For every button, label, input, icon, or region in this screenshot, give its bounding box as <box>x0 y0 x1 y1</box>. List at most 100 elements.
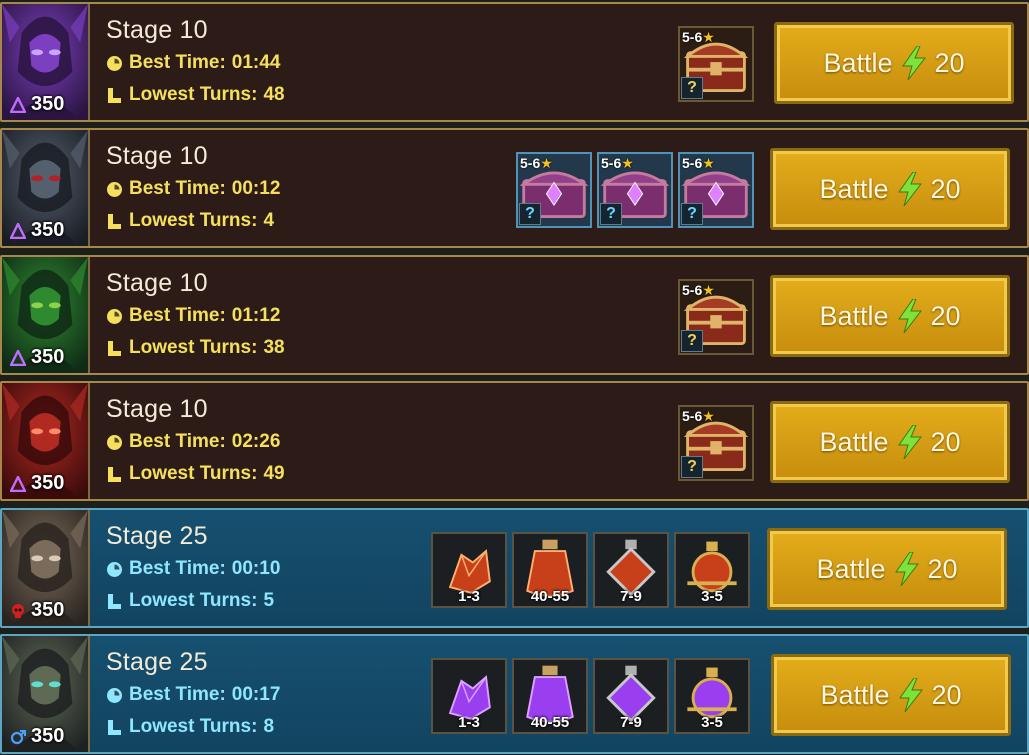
reward-slot[interactable]: 5-6★? <box>678 152 754 228</box>
clock-icon <box>106 308 123 325</box>
best-time-value: 00:10 <box>231 558 281 579</box>
stage-info: Stage 10 Best Time: 02:26 Lowest Turns: 49 <box>106 395 285 489</box>
reward-list: 1-3 40-55 7-9 3-5 <box>431 532 750 608</box>
stage-info: Stage 10 Best Time: 01:44 Lowest Turns: 48 <box>106 16 285 110</box>
stage-row[interactable]: 350 Stage 10 Best Time: 01:12 Lowest Turns: 3… <box>0 255 1029 375</box>
boss-portrait: 350 <box>2 4 90 120</box>
boss-portrait: 350 <box>2 383 90 499</box>
best-time: Best Time: 02:26 <box>106 427 285 457</box>
stage-row[interactable]: 350 Stage 10 Best Time: 00:12 Lowest Turns: 4… <box>0 128 1029 248</box>
boss-level: 350 <box>31 599 65 621</box>
void-affinity-icon <box>10 729 26 745</box>
best-time-value: 01:12 <box>231 305 281 326</box>
reward-slot[interactable]: 40-55 <box>512 532 588 608</box>
reward-slot[interactable]: 5-6★? <box>516 152 592 228</box>
boss-level-badge: 350 <box>10 472 64 495</box>
reward-list: 5-6★? 5-6★? 5-6★? <box>516 152 754 228</box>
best-time: Best Time: 00:17 <box>106 680 280 710</box>
energy-cost: 20 <box>930 300 961 331</box>
best-time-label: Best Time: <box>129 52 226 73</box>
reward-slot[interactable]: 1-3 <box>431 658 507 734</box>
unknown-reward-icon: ? <box>681 203 703 225</box>
battle-button[interactable]: Battle 20 <box>774 22 1014 104</box>
lowest-turns-value: 4 <box>263 210 275 231</box>
best-time-label: Best Time: <box>129 431 226 452</box>
best-time: Best Time: 00:10 <box>106 554 280 584</box>
reward-slot[interactable]: 7-9 <box>593 532 669 608</box>
lowest-turns-label: Lowest Turns: <box>129 716 258 737</box>
energy-bolt-icon <box>897 424 923 460</box>
reward-rank: 5-6★ <box>682 408 715 425</box>
lowest-turns-value: 48 <box>263 84 285 105</box>
reward-rank-text: 5-6 <box>682 408 703 424</box>
boot-icon <box>106 340 123 357</box>
energy-bolt-icon <box>901 45 927 81</box>
battle-label: Battle <box>816 553 886 584</box>
reward-slot[interactable]: 1-3 <box>431 532 507 608</box>
reward-slot[interactable]: 7-9 <box>593 658 669 734</box>
lowest-turns: Lowest Turns: 49 <box>106 459 285 489</box>
magic-affinity-icon <box>10 96 26 113</box>
best-time-label: Best Time: <box>129 684 226 705</box>
stage-name: Stage 10 <box>106 395 208 423</box>
battle-label: Battle <box>823 47 893 78</box>
reward-slot[interactable]: 5-6★? <box>678 26 754 102</box>
battle-label: Battle <box>820 679 890 710</box>
reward-rank: 5-6★ <box>682 282 715 299</box>
best-time-label: Best Time: <box>129 305 226 326</box>
clock-icon <box>106 561 123 578</box>
energy-cost: 20 <box>930 173 961 204</box>
reward-slot[interactable]: 40-55 <box>512 658 588 734</box>
reward-rank-text: 5-6 <box>682 155 703 171</box>
boss-level-badge: 350 <box>10 219 64 242</box>
clock-icon <box>106 55 123 72</box>
energy-cost: 20 <box>927 553 958 584</box>
battle-button[interactable]: Battle 20 <box>770 275 1010 357</box>
battle-button[interactable]: Battle 20 <box>770 148 1010 230</box>
reward-quantity: 1-3 <box>458 588 480 605</box>
stage-row[interactable]: 350 Stage 10 Best Time: 02:26 Lowest Turns: 4… <box>0 381 1029 501</box>
boss-level: 350 <box>31 346 65 368</box>
reward-slot[interactable]: 3-5 <box>674 532 750 608</box>
stage-name: Stage 10 <box>106 142 208 170</box>
reward-slot[interactable]: 5-6★? <box>678 279 754 355</box>
lowest-turns: Lowest Turns: 8 <box>106 712 280 742</box>
force-affinity-icon <box>10 603 26 619</box>
reward-quantity: 7-9 <box>620 714 642 731</box>
boot-icon <box>106 593 123 610</box>
stage-row[interactable]: 350 Stage 25 Best Time: 00:10 Lowest Turns: 5… <box>0 508 1029 628</box>
boss-portrait: 350 <box>2 510 90 626</box>
star-icon: ★ <box>702 282 715 298</box>
boot-icon <box>106 213 123 230</box>
battle-button[interactable]: Battle 20 <box>771 654 1011 736</box>
best-time-value: 01:44 <box>231 52 281 73</box>
reward-slot[interactable]: 5-6★? <box>678 405 754 481</box>
reward-list: 1-3 40-55 7-9 3-5 <box>431 658 750 734</box>
unknown-reward-icon: ? <box>519 203 541 225</box>
best-time: Best Time: 01:44 <box>106 48 285 78</box>
reward-slot[interactable]: 5-6★? <box>597 152 673 228</box>
clock-icon <box>106 434 123 451</box>
boss-level: 350 <box>31 93 65 115</box>
energy-bolt-icon <box>897 171 923 207</box>
star-icon: ★ <box>702 29 715 45</box>
battle-button[interactable]: Battle 20 <box>770 401 1010 483</box>
stage-name: Stage 10 <box>106 16 208 44</box>
stage-info: Stage 10 Best Time: 01:12 Lowest Turns: 38 <box>106 269 285 363</box>
lowest-turns-label: Lowest Turns: <box>129 210 258 231</box>
lowest-turns-label: Lowest Turns: <box>129 84 258 105</box>
magic-affinity-icon <box>10 475 26 492</box>
lowest-turns-value: 8 <box>263 716 275 737</box>
boss-portrait: 350 <box>2 636 90 752</box>
reward-quantity: 3-5 <box>701 714 723 731</box>
reward-rank-text: 5-6 <box>682 282 703 298</box>
stage-row[interactable]: 350 Stage 25 Best Time: 00:17 Lowest Turns: 8… <box>0 634 1029 754</box>
stage-row[interactable]: 350 Stage 10 Best Time: 01:44 Lowest Turns: 4… <box>0 2 1029 122</box>
reward-slot[interactable]: 3-5 <box>674 658 750 734</box>
lowest-turns-label: Lowest Turns: <box>129 463 258 484</box>
stage-list: 350 Stage 10 Best Time: 01:44 Lowest Turns: 4… <box>0 0 1029 755</box>
boot-icon <box>106 466 123 483</box>
boss-level: 350 <box>31 472 65 494</box>
boot-icon <box>106 719 123 736</box>
battle-button[interactable]: Battle 20 <box>767 528 1007 610</box>
